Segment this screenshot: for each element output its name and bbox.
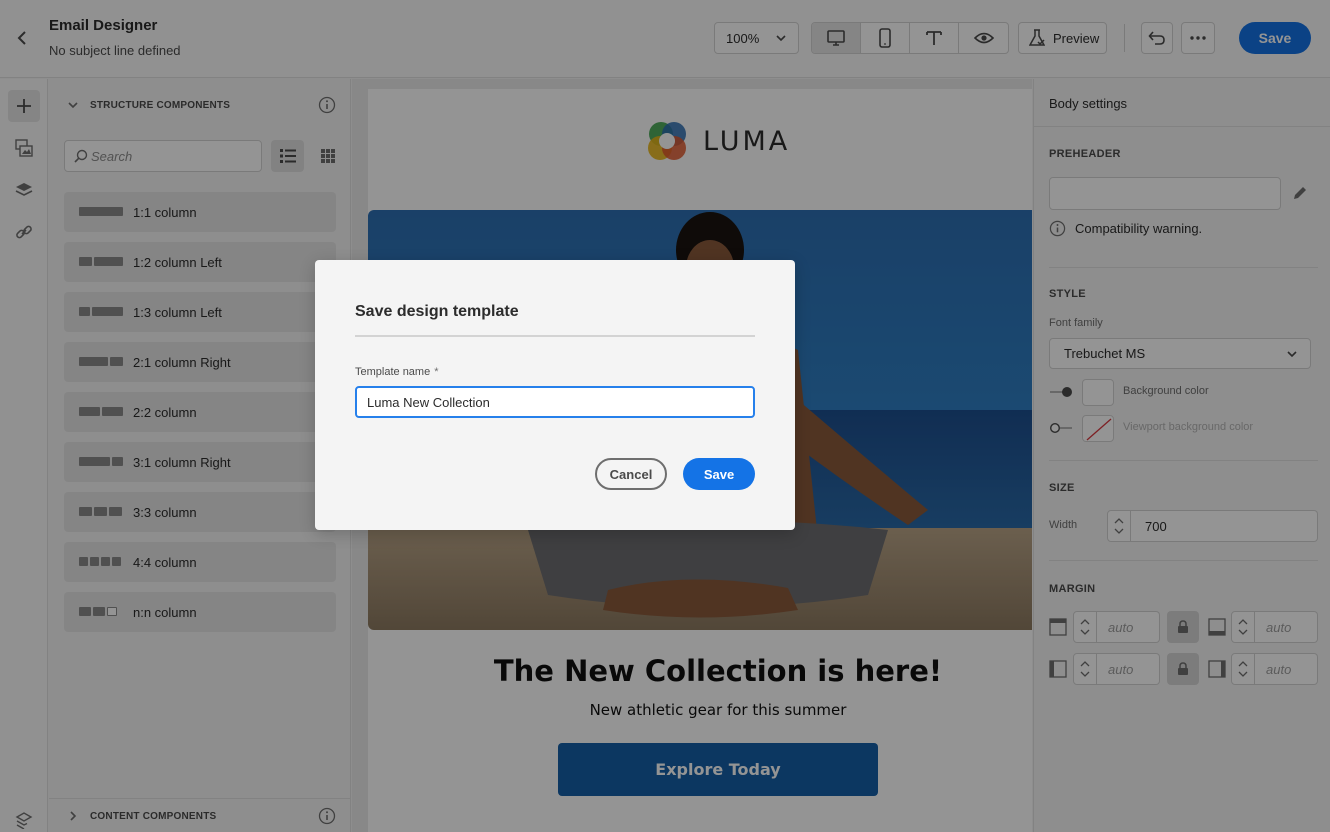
template-name-label-text: Template name bbox=[355, 366, 431, 378]
dialog-title: Save design template bbox=[355, 303, 519, 320]
required-asterisk: * bbox=[434, 366, 439, 378]
dialog-save-button[interactable]: Save bbox=[683, 458, 755, 490]
dialog-divider bbox=[355, 335, 755, 337]
template-name-input[interactable] bbox=[355, 386, 755, 418]
template-name-label: Template name * bbox=[355, 366, 439, 378]
save-template-dialog: Save design template Template name* Canc… bbox=[315, 260, 795, 530]
cancel-button[interactable]: Cancel bbox=[595, 458, 667, 490]
